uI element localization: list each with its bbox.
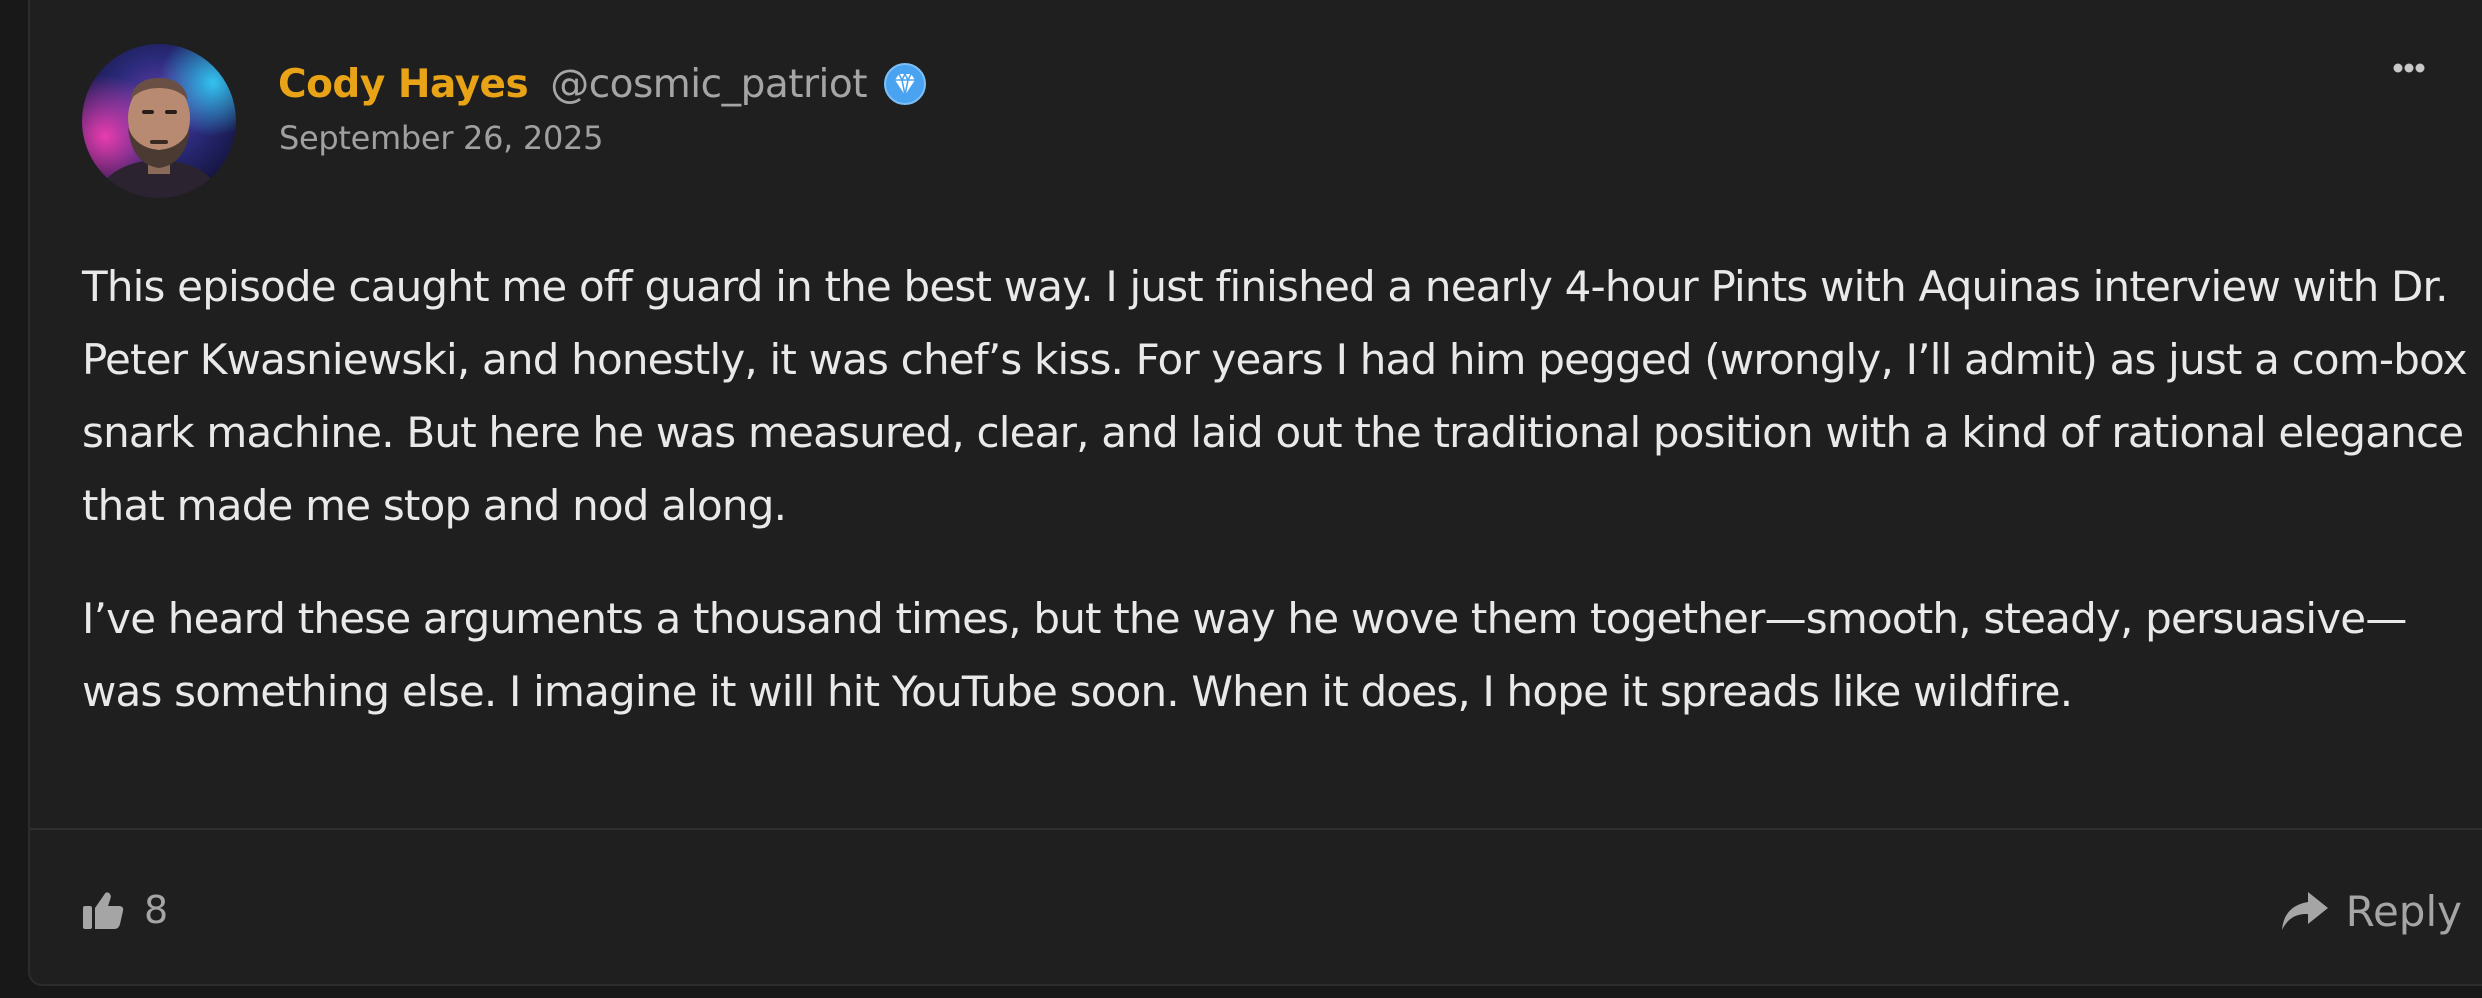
- diamond-icon: [883, 62, 927, 106]
- reply-arrow-icon: [2281, 892, 2328, 930]
- author-name[interactable]: Cody Hayes: [278, 62, 529, 107]
- like-count: 8: [144, 888, 169, 932]
- thumbs-up-icon: [83, 892, 124, 929]
- post-date: September 26, 2025: [279, 119, 604, 157]
- like-button[interactable]: 8: [80, 882, 168, 938]
- comment-body: This episode caught me off guard in the …: [82, 250, 2482, 768]
- comment-paragraph: This episode caught me off guard in the …: [82, 262, 2468, 530]
- avatar-image: [82, 44, 236, 198]
- ellipsis-icon: [2393, 63, 2425, 73]
- divider: [30, 828, 2482, 830]
- reply-button[interactable]: Reply: [2278, 882, 2462, 940]
- comment-card: Cody Hayes @cosmic_patriot September 26,…: [28, 0, 2482, 986]
- avatar[interactable]: [82, 44, 236, 198]
- comment-paragraph: I’ve heard these arguments a thousand ti…: [82, 594, 2407, 716]
- more-options-button[interactable]: [2382, 54, 2434, 84]
- author-row: Cody Hayes @cosmic_patriot: [278, 56, 927, 112]
- reply-label: Reply: [2345, 886, 2462, 936]
- author-handle[interactable]: @cosmic_patriot: [550, 62, 867, 107]
